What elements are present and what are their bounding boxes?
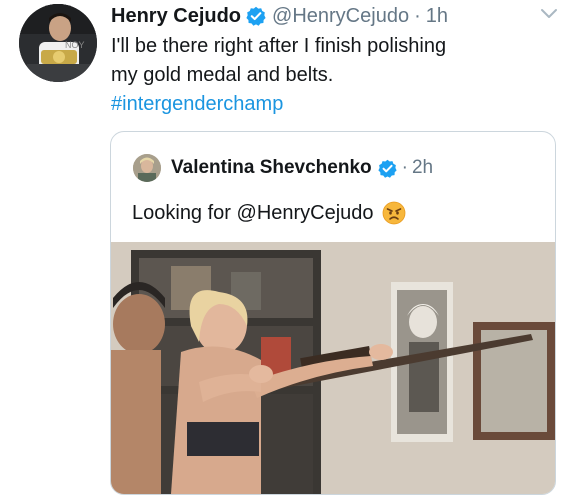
tweet-timestamp[interactable]: 1h xyxy=(426,4,448,28)
quoted-tweet-photo[interactable] xyxy=(111,242,555,494)
author-name[interactable]: Henry Cejudo xyxy=(111,4,241,28)
tweet-text-line-2: my gold medal and belts. xyxy=(111,64,334,86)
tweet-header: Henry Cejudo @HenryCejudo · 1h xyxy=(111,4,448,28)
quoted-author-avatar[interactable] xyxy=(133,154,161,182)
chevron-down-icon[interactable] xyxy=(540,7,558,19)
quoted-header-separator: · xyxy=(401,157,408,178)
header-separator: · xyxy=(414,5,421,27)
tweet[interactable]: NOY Henry Cejudo @HenryCejudo · 1h I'll … xyxy=(0,0,580,497)
tweet-text-line-1: I'll be there right after I finish polis… xyxy=(111,35,447,57)
author-avatar[interactable]: NOY xyxy=(19,4,97,82)
tweet-text: I'll be there right after I finish polis… xyxy=(111,32,551,119)
quoted-tweet-card[interactable]: Valentina Shevchenko · 2h Looking for @H… xyxy=(110,131,556,495)
angry-face-emoji-icon xyxy=(382,201,406,225)
svg-text:NOY: NOY xyxy=(65,40,85,50)
verified-icon xyxy=(378,159,397,178)
author-handle[interactable]: @HenryCejudo xyxy=(272,4,409,28)
quoted-author-name[interactable]: Valentina Shevchenko xyxy=(171,157,372,179)
quoted-tweet-text-content: Looking for @HenryCejudo xyxy=(132,202,374,224)
quoted-tweet-header: Valentina Shevchenko · 2h xyxy=(171,155,433,181)
quoted-tweet-text: Looking for @HenryCejudo xyxy=(132,199,406,227)
hashtag-link[interactable]: #intergenderchamp xyxy=(111,90,551,119)
verified-icon xyxy=(246,6,266,26)
quoted-tweet-timestamp[interactable]: 2h xyxy=(412,157,433,179)
